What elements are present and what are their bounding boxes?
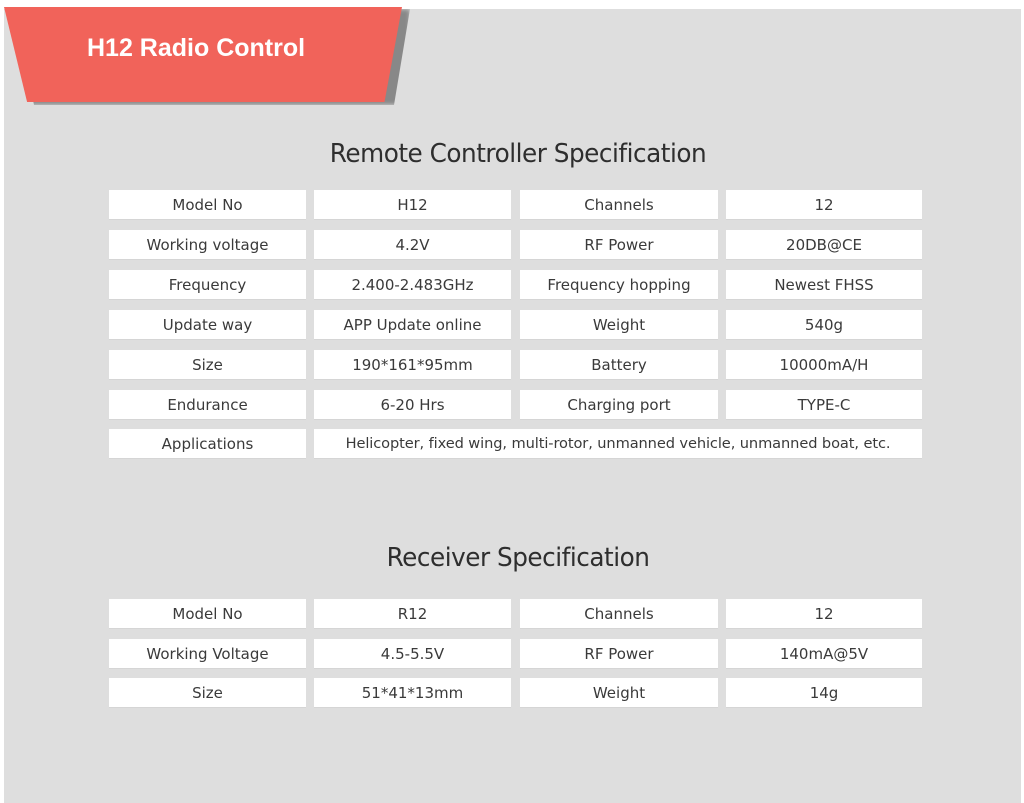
banner-title: H12 Radio Control — [87, 34, 306, 62]
spec-label: RF Power — [520, 639, 718, 668]
spec-label: Update way — [109, 310, 306, 339]
spec-value: 4.2V — [314, 230, 511, 259]
spec-label: Frequency — [109, 270, 306, 299]
spec-label: Working voltage — [109, 230, 306, 259]
spec-label: Channels — [520, 190, 718, 219]
spec-value: APP Update online — [314, 310, 511, 339]
spec-label: Size — [109, 350, 306, 379]
spec-value: R12 — [314, 599, 511, 628]
spec-label: Frequency hopping — [520, 270, 718, 299]
spec-value: 140mA@5V — [726, 639, 922, 668]
spec-value: 51*41*13mm — [314, 678, 511, 707]
spec-label: Battery — [520, 350, 718, 379]
spec-label: Model No — [109, 599, 306, 628]
spec-value: Newest FHSS — [726, 270, 922, 299]
spec-value: 2.400-2.483GHz — [314, 270, 511, 299]
spec-label: Channels — [520, 599, 718, 628]
spec-label: Charging port — [520, 390, 718, 419]
spec-label: RF Power — [520, 230, 718, 259]
spec-value: 6-20 Hrs — [314, 390, 511, 419]
spec-value: 14g — [726, 678, 922, 707]
applications-value: Helicopter, fixed wing, multi-rotor, unm… — [314, 429, 922, 458]
spec-value: 12 — [726, 190, 922, 219]
spec-label: Working Voltage — [109, 639, 306, 668]
spec-label: Model No — [109, 190, 306, 219]
spec-value: TYPE-C — [726, 390, 922, 419]
applications-label: Applications — [109, 429, 306, 458]
spec-value: 20DB@CE — [726, 230, 922, 259]
receiver-spec-title: Receiver Specification — [386, 543, 650, 573]
spec-value: 190*161*95mm — [314, 350, 511, 379]
spec-value: 12 — [726, 599, 922, 628]
spec-value: 10000mA/H — [726, 350, 922, 379]
spec-value: H12 — [314, 190, 511, 219]
remote-controller-spec-title: Remote Controller Specification — [329, 139, 707, 169]
spec-value: 540g — [726, 310, 922, 339]
spec-label: Endurance — [109, 390, 306, 419]
spec-label: Weight — [520, 310, 718, 339]
spec-label: Weight — [520, 678, 718, 707]
spec-value: 4.5-5.5V — [314, 639, 511, 668]
spec-label: Size — [109, 678, 306, 707]
